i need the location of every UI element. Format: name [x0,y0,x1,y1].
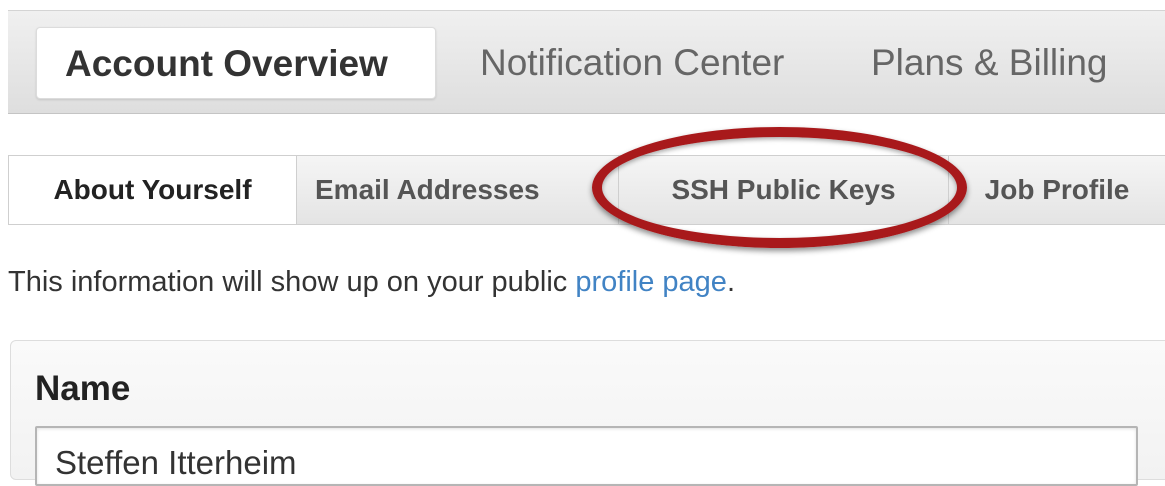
account-tab-bar: Account Overview Notification Center Pla… [8,10,1165,114]
tab-plans-billing[interactable]: Plans & Billing [843,27,1158,99]
tab-account-overview[interactable]: Account Overview [36,27,436,99]
profile-page-link[interactable]: profile page [575,266,727,298]
settings-subtab-bar: About Yourself Email Addresses SSH Publi… [8,155,1165,225]
name-input[interactable] [35,426,1138,486]
profile-info-text: This information will show up on your pu… [8,266,735,299]
info-text-before: This information will show up on your pu… [8,266,576,298]
subtab-ssh-public-keys[interactable]: SSH Public Keys [618,156,948,224]
tab-notification-center[interactable]: Notification Center [452,27,837,99]
subtab-email-addresses[interactable]: Email Addresses [296,156,618,224]
info-text-after: . [726,266,735,298]
subtab-job-profile[interactable]: Job Profile [948,156,1165,224]
name-label: Name [35,369,131,408]
name-panel: Name [10,340,1165,486]
subtab-about-yourself[interactable]: About Yourself [8,156,296,224]
